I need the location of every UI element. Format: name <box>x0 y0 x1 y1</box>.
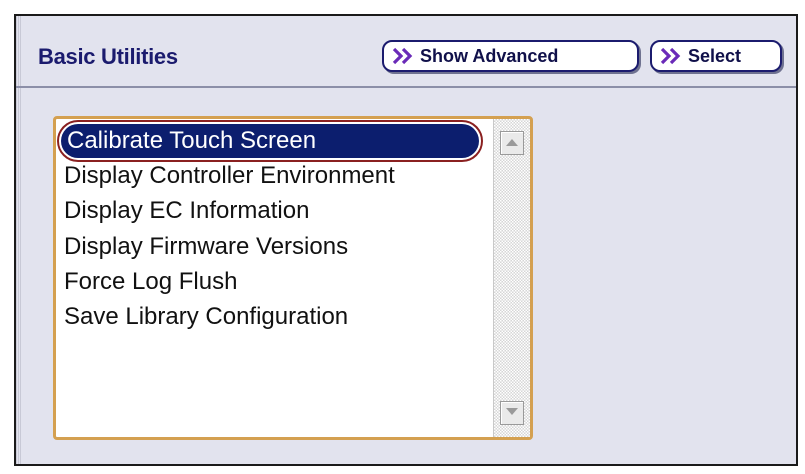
double-chevron-right-icon <box>392 47 416 65</box>
scroll-down-button[interactable] <box>500 401 524 425</box>
select-button[interactable]: Select <box>650 40 782 72</box>
list-item-display-ec-information[interactable]: Display EC Information <box>64 194 309 228</box>
show-advanced-button[interactable]: Show Advanced <box>382 40 639 72</box>
list-item-save-library-configuration[interactable]: Save Library Configuration <box>64 300 348 334</box>
arrow-up-icon <box>505 134 519 152</box>
double-chevron-right-icon <box>660 47 684 65</box>
utilities-listbox[interactable]: Calibrate Touch Screen Display Controlle… <box>53 116 533 440</box>
list-item-force-log-flush[interactable]: Force Log Flush <box>64 265 237 299</box>
list-item-display-controller-environment[interactable]: Display Controller Environment <box>64 159 395 193</box>
list-item-display-firmware-versions[interactable]: Display Firmware Versions <box>64 230 348 264</box>
panel-title: Basic Utilities <box>38 44 178 69</box>
list-item-calibrate-touch-screen[interactable]: Calibrate Touch Screen <box>57 120 483 162</box>
arrow-down-icon <box>505 404 519 422</box>
scroll-up-button[interactable] <box>500 131 524 155</box>
panel-header: Basic Utilities Show Advanced Select <box>16 16 796 88</box>
utilities-list: Calibrate Touch Screen Display Controlle… <box>56 119 494 437</box>
listbox-scrollbar[interactable] <box>493 119 530 437</box>
show-advanced-label: Show Advanced <box>420 45 559 66</box>
basic-utilities-panel: Basic Utilities Show Advanced Select Cal <box>14 14 798 466</box>
select-label: Select <box>688 45 742 66</box>
